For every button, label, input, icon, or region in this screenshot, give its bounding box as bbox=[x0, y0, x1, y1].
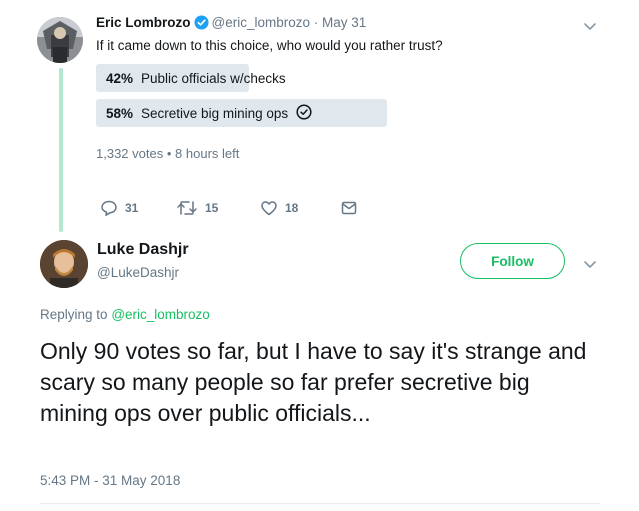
reply-count: 31 bbox=[125, 201, 139, 215]
like-button[interactable]: 18 bbox=[260, 199, 298, 217]
poll-option-label: Secretive big mining ops bbox=[141, 105, 289, 121]
poll-meta: 1,332 votes • 8 hours left bbox=[96, 146, 239, 161]
author-name[interactable]: Eric Lombrozo bbox=[96, 15, 191, 30]
follow-button[interactable]: Follow bbox=[460, 243, 565, 279]
direct-message-button[interactable] bbox=[340, 199, 365, 217]
poll-time-left: 8 hours left bbox=[175, 146, 240, 161]
envelope-icon bbox=[340, 199, 365, 217]
replying-to: Replying to @eric_lombrozo bbox=[40, 307, 210, 322]
reply-icon bbox=[100, 199, 125, 217]
tweet-date[interactable]: May 31 bbox=[322, 15, 366, 30]
reply-timestamp[interactable]: 5:43 PM - 31 May 2018 bbox=[40, 473, 180, 488]
reply-author-handle[interactable]: @LukeDashjr bbox=[97, 265, 179, 280]
tweet-header: Eric Lombrozo @eric_lombrozo · May 31 bbox=[96, 15, 366, 33]
header-separator: · bbox=[313, 15, 319, 30]
luke-avatar[interactable] bbox=[40, 240, 88, 288]
chevron-down-icon[interactable] bbox=[582, 18, 598, 34]
reply-author-name[interactable]: Luke Dashjr bbox=[97, 241, 189, 259]
reply-button[interactable]: 31 bbox=[100, 199, 138, 217]
eric-avatar[interactable] bbox=[37, 17, 83, 63]
reply-text: Only 90 votes so far, but I have to say … bbox=[40, 338, 587, 426]
divider bbox=[40, 503, 600, 504]
verified-badge-icon bbox=[193, 15, 209, 33]
thread-connector bbox=[59, 68, 63, 232]
poll-option-2: 58% Secretive big mining ops bbox=[96, 99, 396, 127]
heart-icon bbox=[260, 199, 285, 217]
poll-percent: 42% bbox=[106, 70, 134, 86]
poll-votes: 1,332 votes bbox=[96, 146, 164, 161]
like-count: 18 bbox=[285, 201, 299, 215]
poll-percent: 58% bbox=[106, 105, 134, 121]
poll-separator: • bbox=[166, 146, 172, 161]
check-circle-icon bbox=[296, 103, 312, 123]
replying-to-link[interactable]: @eric_lombrozo bbox=[111, 307, 210, 322]
retweet-count: 15 bbox=[205, 201, 219, 215]
retweet-button[interactable]: 15 bbox=[176, 199, 218, 217]
poll-option-1: 42% Public officials w/checks bbox=[96, 64, 396, 92]
chevron-down-icon[interactable] bbox=[582, 256, 598, 272]
poll-option-label: Public officials w/checks bbox=[141, 70, 286, 86]
author-handle[interactable]: @eric_lombrozo bbox=[212, 15, 311, 30]
tweet-text: If it came down to this choice, who woul… bbox=[96, 38, 443, 53]
replying-prefix: Replying to bbox=[40, 307, 108, 322]
retweet-icon bbox=[176, 199, 205, 217]
